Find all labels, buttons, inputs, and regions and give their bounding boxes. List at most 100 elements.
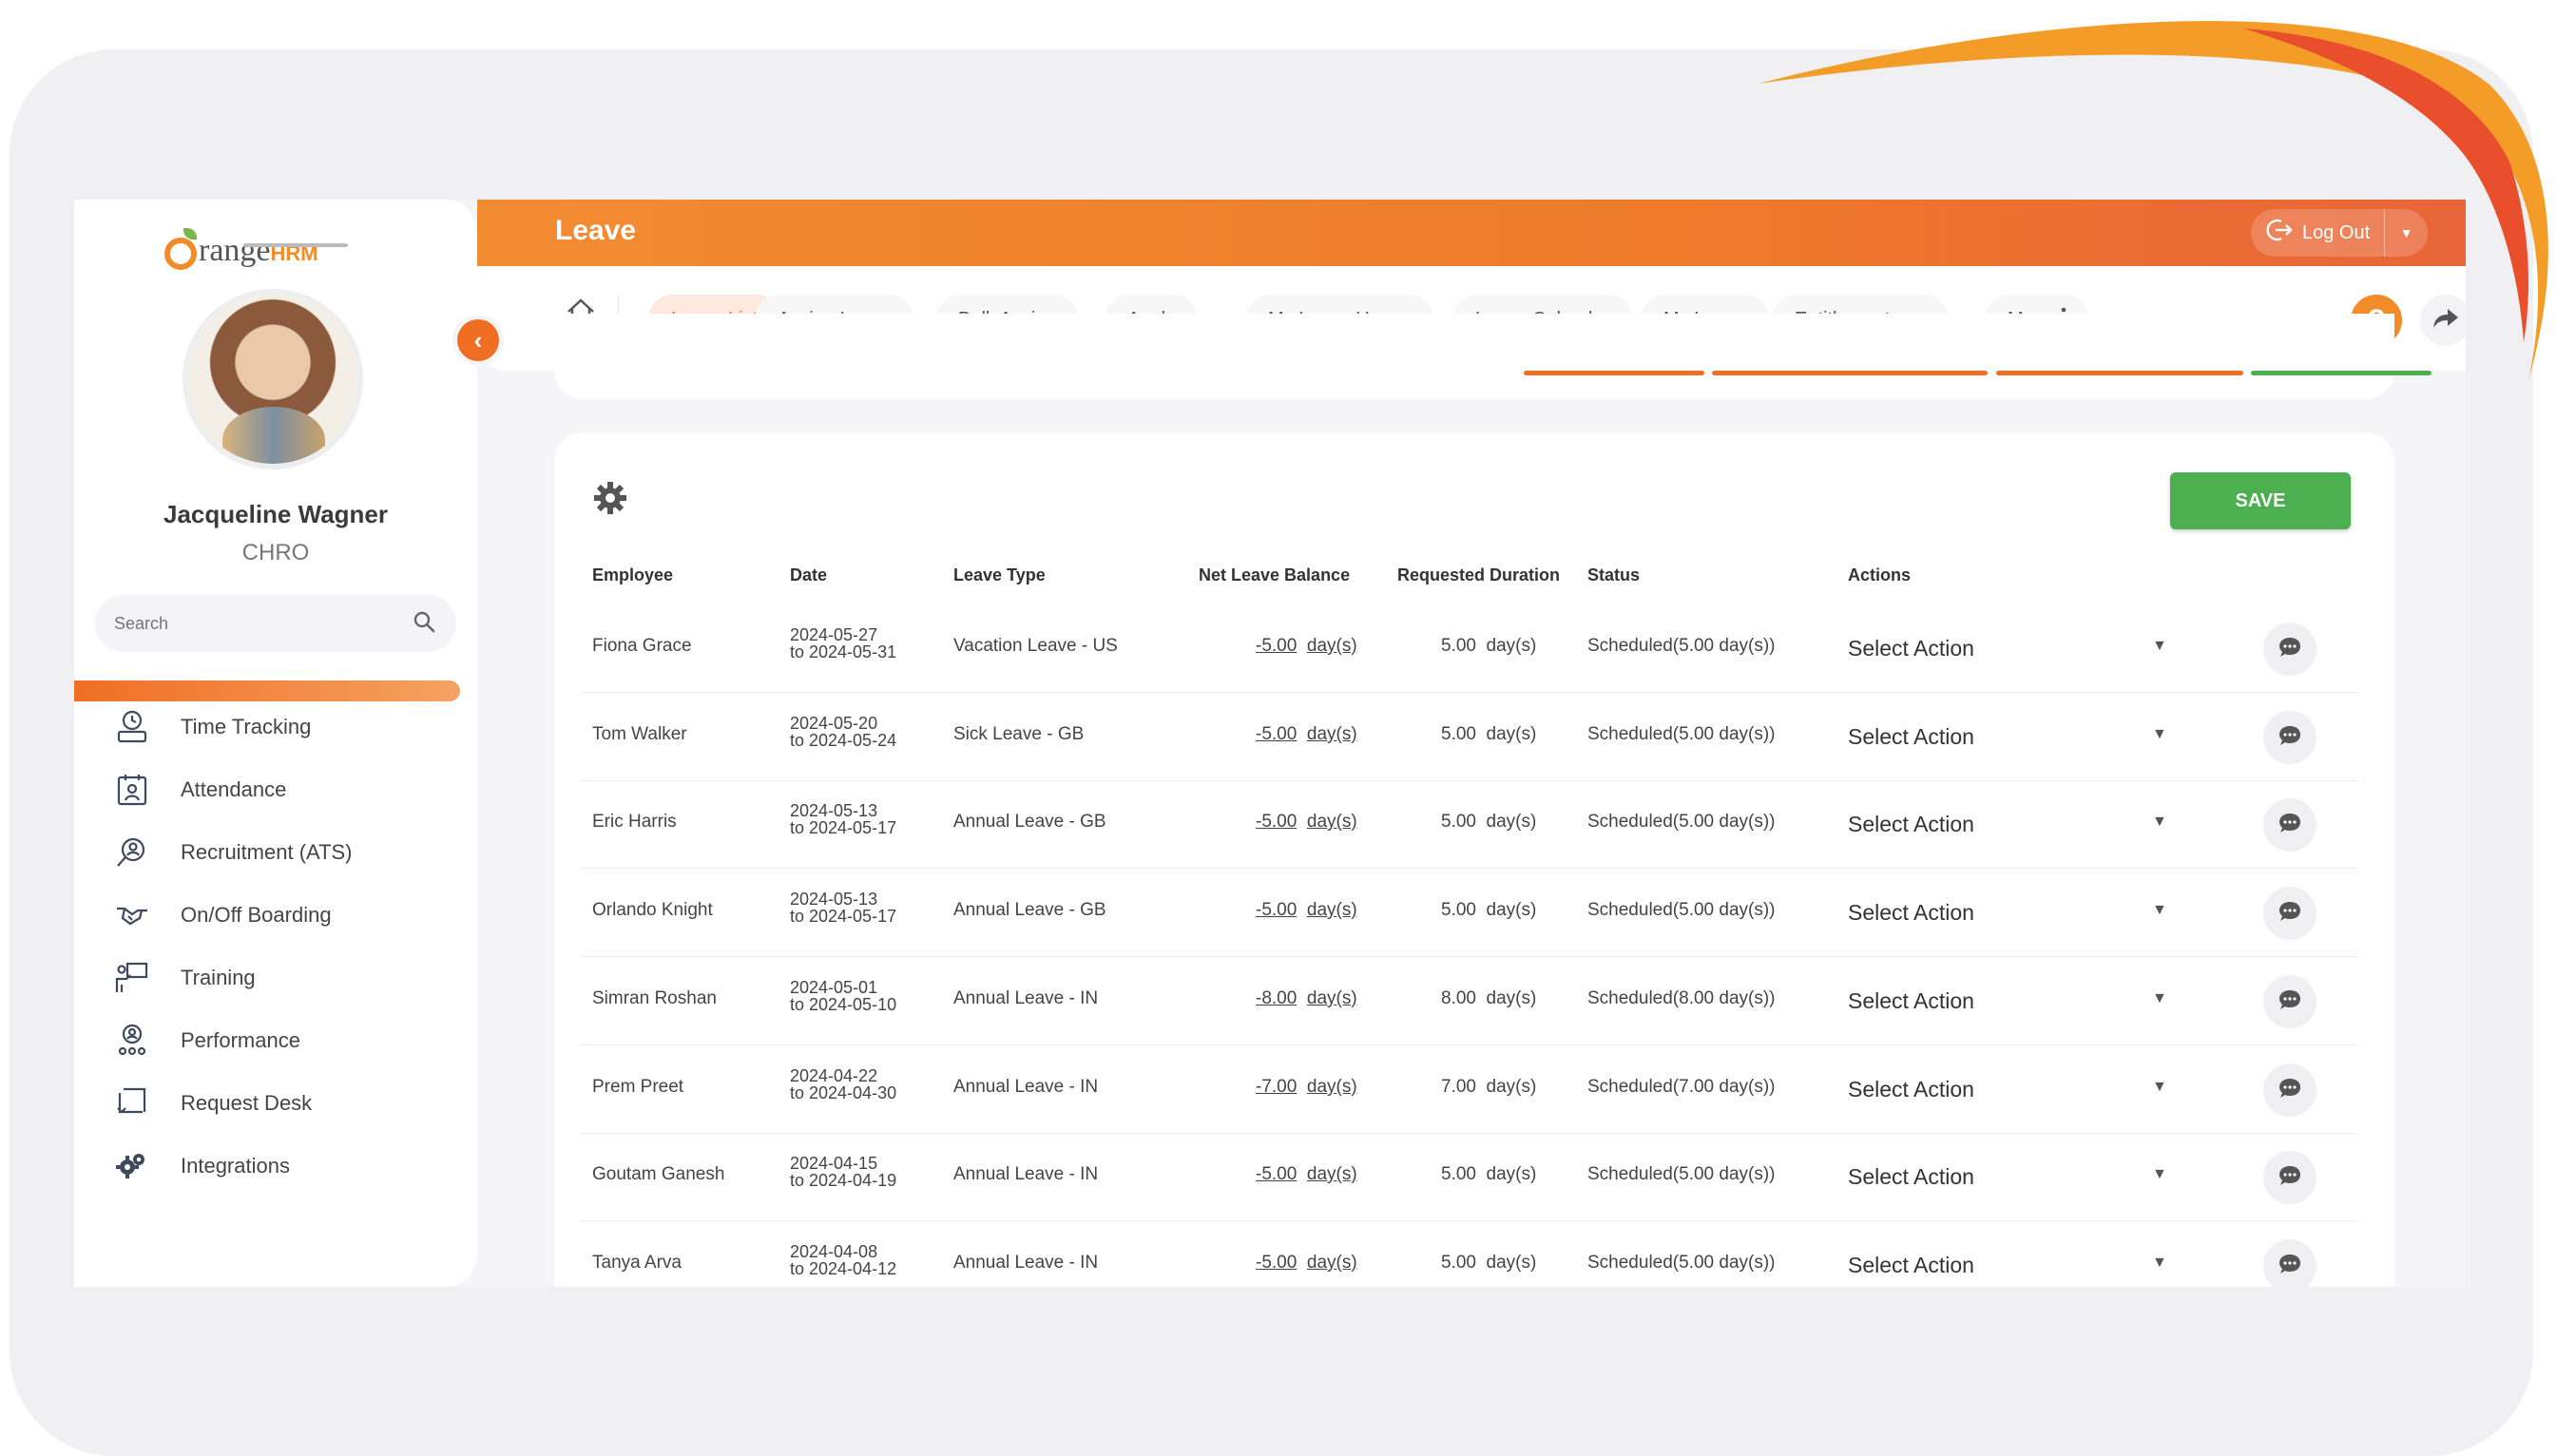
action-select[interactable]: Select Action ▼ (1848, 1065, 2171, 1115)
leave-type: Annual Leave - IN (953, 1164, 1099, 1184)
sidebar-item-training[interactable]: Training (112, 954, 454, 1002)
requested-duration: 5.00 day(s) (1441, 812, 1537, 832)
net-leave-balance: -5.00 day(s) (1256, 812, 1357, 833)
date-from: 2024-05-13 (790, 890, 878, 909)
integrations-icon (112, 1146, 152, 1186)
balance-unit-link[interactable]: day(s) (1307, 724, 1357, 744)
sidebar-item-time-tracking[interactable]: Time Tracking (112, 703, 454, 751)
date-from: 2024-04-08 (790, 1242, 878, 1261)
leave-date-range: 2024-04-08 to 2024-04-12 (790, 1243, 896, 1277)
date-from: 2024-05-13 (790, 801, 878, 820)
save-button[interactable]: SAVE (2170, 472, 2351, 529)
action-select[interactable]: Select Action ▼ (1848, 1153, 2171, 1202)
employee-name: Goutam Ganesh (592, 1164, 725, 1184)
action-select[interactable]: Select Action ▼ (1848, 1241, 2171, 1287)
action-select-value: Select Action (1848, 724, 1974, 749)
leave-date-range: 2024-05-01 to 2024-05-10 (790, 979, 896, 1013)
balance-link[interactable]: -5.00 (1256, 636, 1297, 656)
action-select-value: Select Action (1848, 900, 1974, 925)
action-select-value: Select Action (1848, 636, 1974, 661)
orangehrm-logo[interactable]: rangeHRM (164, 215, 318, 270)
action-select[interactable]: Select Action ▼ (1848, 800, 2171, 850)
employee-name: Prem Preet (592, 1077, 684, 1097)
sidebar-item-performance[interactable]: Performance (112, 1017, 454, 1064)
balance-unit-link[interactable]: day(s) (1307, 988, 1357, 1008)
logout-label: Log Out (2302, 221, 2371, 243)
balance-unit-link[interactable]: day(s) (1307, 812, 1357, 832)
share-button[interactable] (2420, 295, 2466, 346)
comment-icon (2278, 1164, 2302, 1192)
chevron-down-icon: ▼ (2399, 225, 2413, 240)
training-icon (112, 958, 152, 998)
requested-duration: 8.00 day(s) (1441, 988, 1537, 1008)
sidebar-item-recruitment[interactable]: Recruitment (ATS) (112, 829, 454, 876)
dropdown-arrow-icon: ▼ (2152, 1079, 2167, 1095)
search-input[interactable] (114, 595, 399, 652)
comment-button[interactable] (2263, 1063, 2316, 1117)
balance-link[interactable]: -5.00 (1256, 812, 1297, 832)
balance-unit-link[interactable]: day(s) (1307, 1253, 1357, 1273)
leave-date-range: 2024-05-20 to 2024-05-24 (790, 715, 896, 749)
sidebar-collapse-button[interactable]: ‹ (457, 319, 499, 361)
gear-icon[interactable] (592, 480, 628, 521)
balance-link[interactable]: -5.00 (1256, 1164, 1297, 1184)
performance-icon (112, 1021, 152, 1061)
balance-unit-link[interactable]: day(s) (1307, 900, 1357, 920)
balance-link[interactable]: -5.00 (1256, 724, 1297, 744)
comment-button[interactable] (2263, 975, 2316, 1028)
table-row: Orlando Knight 2024-05-13 to 2024-05-17 Ann… (581, 870, 2358, 957)
balance-unit-link[interactable]: day(s) (1307, 636, 1357, 656)
logout-dropdown-toggle[interactable]: ▼ (2384, 209, 2428, 257)
table-row: Fiona Grace 2024-05-27 to 2024-05-31 Vacati… (581, 605, 2358, 693)
balance-unit-link[interactable]: day(s) (1307, 1164, 1357, 1184)
net-leave-balance: -5.00 day(s) (1256, 1253, 1357, 1274)
requested-duration: 5.00 day(s) (1441, 1164, 1537, 1184)
balance-link[interactable]: -8.00 (1256, 988, 1297, 1008)
leave-date-range: 2024-05-27 to 2024-05-31 (790, 626, 896, 661)
share-arrow-icon (2432, 307, 2459, 335)
status-text: Scheduled(5.00 day(s)) (1587, 900, 1776, 920)
balance-link[interactable]: -5.00 (1256, 1253, 1297, 1273)
filter-card (554, 314, 2432, 399)
search-icon[interactable] (413, 610, 435, 638)
action-select-value: Select Action (1848, 1253, 1974, 1277)
action-select[interactable]: Select Action ▼ (1848, 624, 2171, 674)
balance-link[interactable]: -7.00 (1256, 1077, 1297, 1097)
action-select[interactable]: Select Action ▼ (1848, 713, 2171, 762)
comment-button[interactable] (2263, 623, 2316, 676)
comment-button[interactable] (2263, 1239, 2316, 1287)
leave-type: Vacation Leave - US (953, 636, 1118, 656)
status-text: Scheduled(5.00 day(s)) (1587, 812, 1776, 832)
logout-button[interactable]: Log Out (2251, 209, 2384, 257)
sidebar: rangeHRM Jacqueline Wagner CHRO Time Tra… (74, 200, 477, 1287)
date-from: 2024-05-01 (790, 978, 878, 997)
comment-button[interactable] (2263, 798, 2316, 852)
status-text: Scheduled(7.00 day(s)) (1587, 1077, 1776, 1097)
balance-link[interactable]: -5.00 (1256, 900, 1297, 920)
leave-date-range: 2024-05-13 to 2024-05-17 (790, 802, 896, 836)
sidebar-item-attendance[interactable]: Attendance (112, 766, 454, 814)
leave-type: Annual Leave - IN (953, 988, 1099, 1008)
sidebar-item-onoff-boarding[interactable]: On/Off Boarding (112, 891, 454, 939)
comment-button[interactable] (2263, 1151, 2316, 1204)
leave-date-range: 2024-04-15 to 2024-04-19 (790, 1155, 896, 1189)
avatar[interactable] (188, 295, 357, 464)
filter-button-edge (1712, 371, 1988, 375)
column-header-net-balance: Net Leave Balance (1199, 565, 1351, 584)
status-text: Scheduled(8.00 day(s)) (1587, 988, 1776, 1008)
comment-button[interactable] (2263, 887, 2316, 940)
dropdown-arrow-icon: ▼ (2152, 1166, 2167, 1182)
sidebar-item-integrations[interactable]: Integrations (112, 1142, 454, 1190)
balance-unit-link[interactable]: day(s) (1307, 1077, 1357, 1097)
action-select[interactable]: Select Action ▼ (1848, 977, 2171, 1026)
date-to: to 2024-05-17 (790, 907, 897, 926)
leave-list-card: SAVE Employee Date Leave Type Net Leave … (554, 432, 2394, 1287)
comment-icon (2278, 900, 2302, 928)
sidebar-item-request-desk[interactable]: Request Desk (112, 1080, 454, 1127)
user-name: Jacqueline Wagner (163, 500, 388, 528)
comment-icon (2278, 812, 2302, 839)
comment-button[interactable] (2263, 711, 2316, 764)
action-select[interactable]: Select Action ▼ (1848, 889, 2171, 938)
net-leave-balance: -7.00 day(s) (1256, 1077, 1357, 1098)
